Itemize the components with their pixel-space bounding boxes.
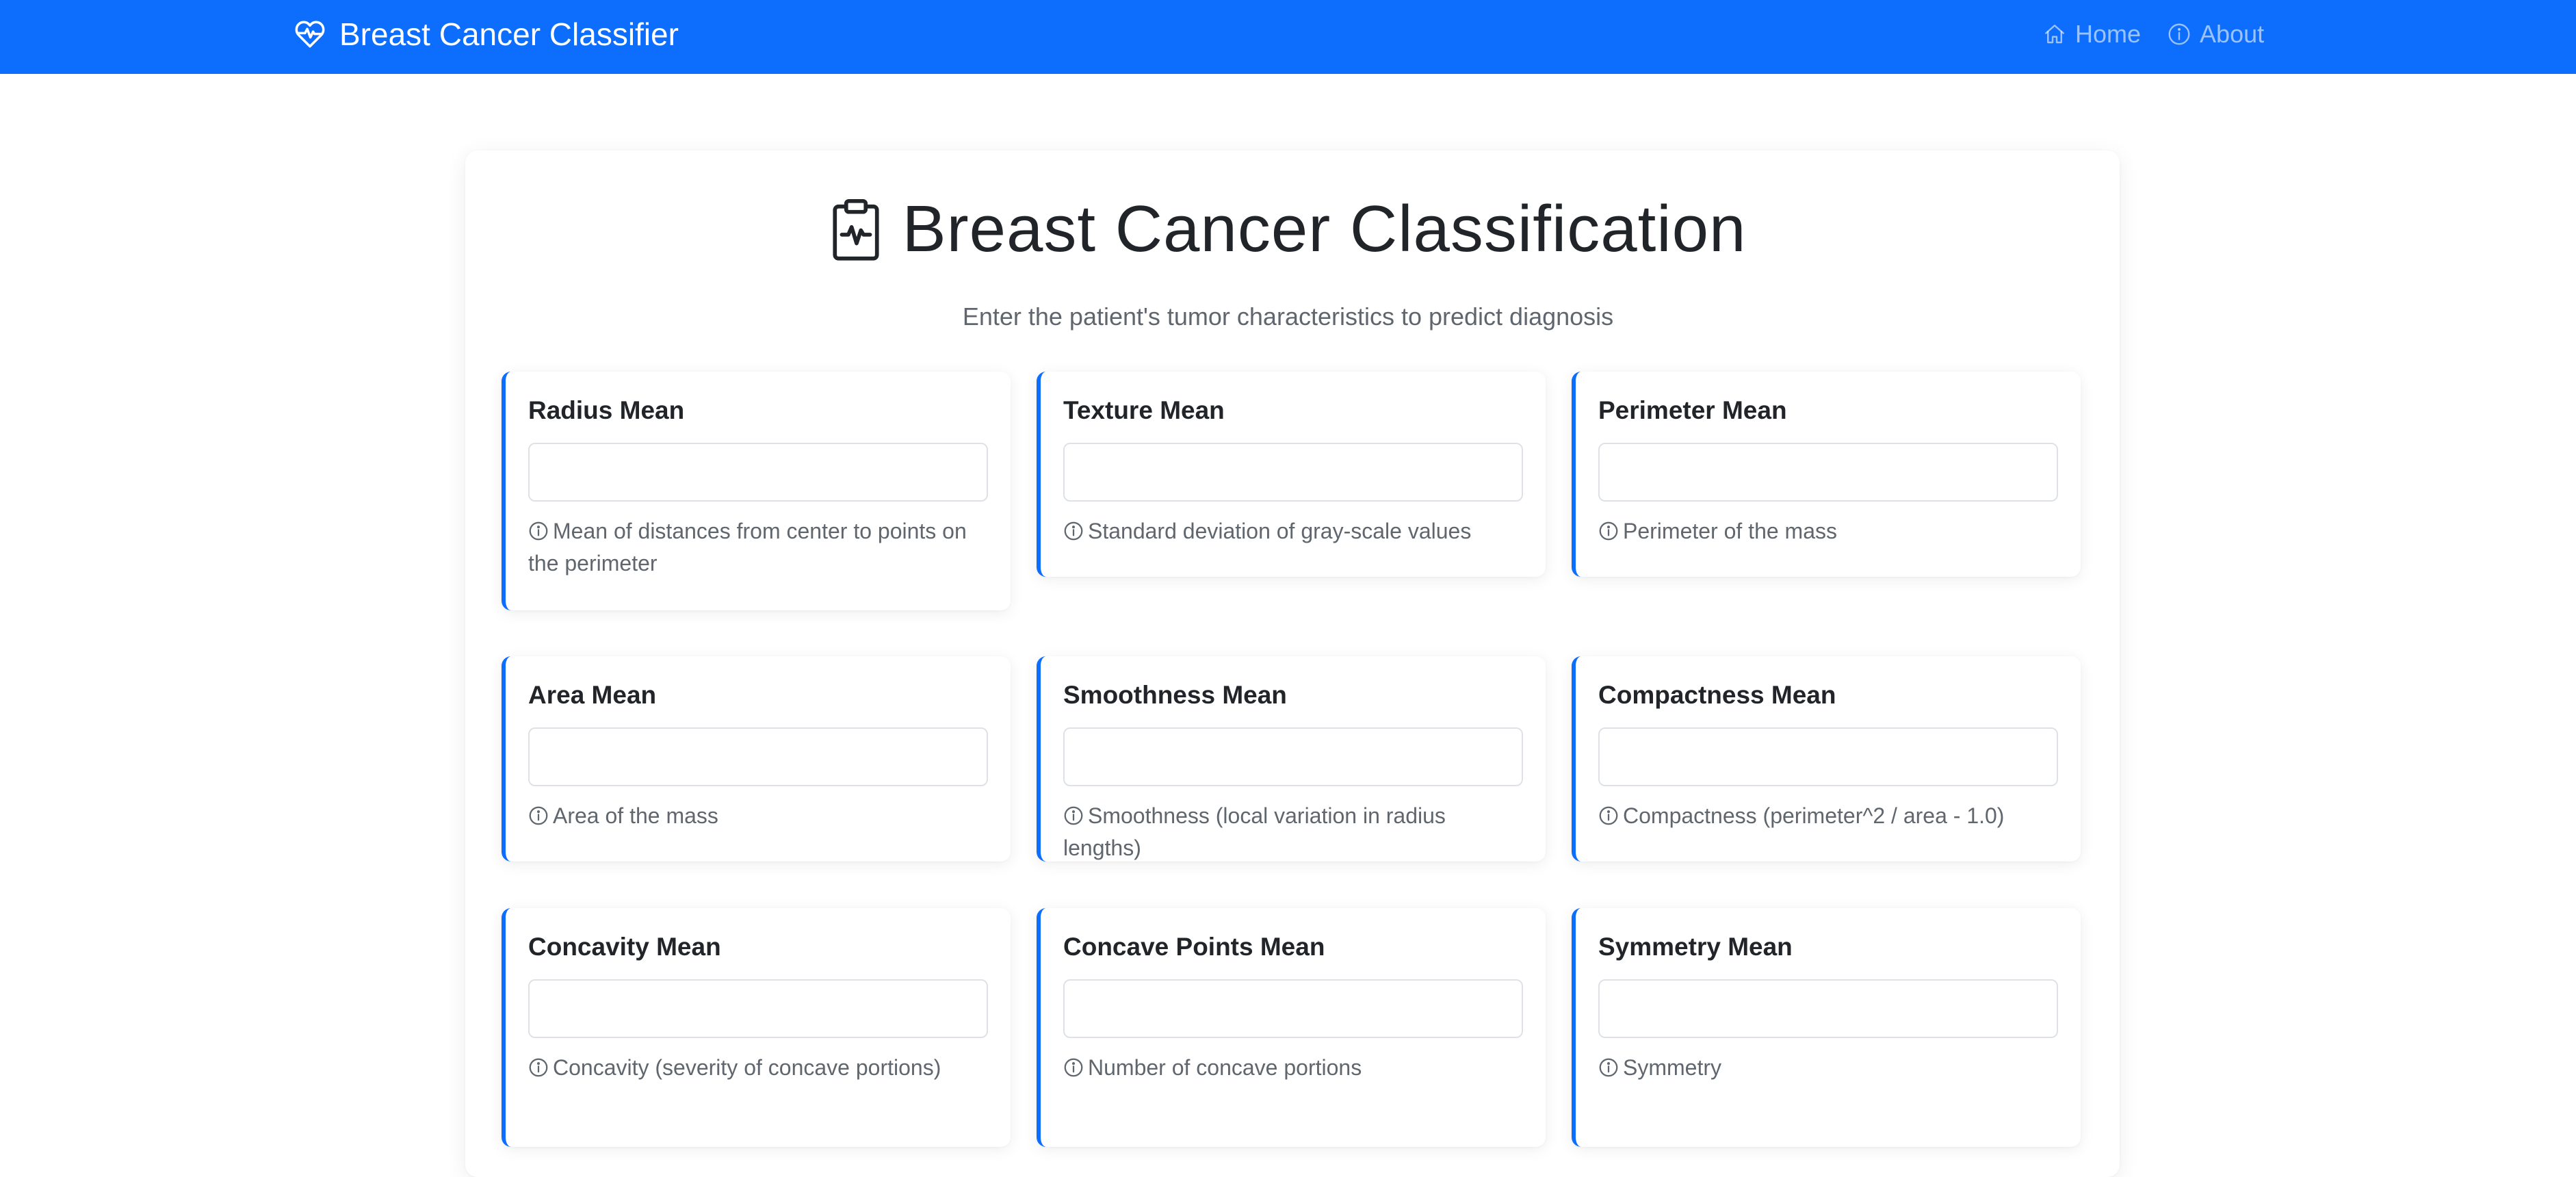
navbar-brand[interactable]: Breast Cancer Classifier (293, 0, 679, 68)
info-circle-icon (1598, 805, 1619, 826)
field-label: Texture Mean (1063, 396, 1225, 424)
concave-points-mean-input[interactable] (1063, 979, 1523, 1038)
nav-link-home[interactable]: Home (2042, 20, 2141, 49)
page-subtitle: Enter the patient's tumor characteristic… (962, 302, 1614, 331)
info-circle-icon (528, 805, 549, 826)
info-circle-icon (1063, 805, 1084, 826)
house-icon (2042, 22, 2067, 47)
field-card-texture-mean: Texture Mean Standard deviation of gray-s… (1037, 372, 1546, 577)
page-title: Breast Cancer Classification (902, 192, 1747, 266)
navbar: Breast Cancer Classifier Home About (0, 0, 2576, 74)
field-help-text: Concavity (severity of concave portions) (528, 1052, 993, 1084)
field-help-text: Symmetry (1598, 1052, 2064, 1084)
perimeter-mean-input[interactable] (1598, 443, 2058, 502)
heart-pulse-icon (293, 17, 327, 51)
field-label: Radius Mean (528, 396, 685, 424)
field-help-text: Area of the mass (528, 800, 993, 832)
info-circle-icon (2167, 22, 2191, 47)
page-header: Breast Cancer Classification (0, 192, 2576, 267)
field-card-concavity-mean: Concavity Mean Concavity (severity of con… (502, 908, 1011, 1147)
field-label: Concave Points Mean (1063, 933, 1325, 961)
field-help-text: Perimeter of the mass (1598, 515, 2064, 547)
field-label: Perimeter Mean (1598, 396, 1787, 424)
field-help-text: Smoothness (local variation in radius le… (1063, 800, 1528, 864)
symmetry-mean-input[interactable] (1598, 979, 2058, 1038)
compactness-mean-input[interactable] (1598, 727, 2058, 786)
field-help-text: Number of concave portions (1063, 1052, 1528, 1084)
smoothness-mean-input[interactable] (1063, 727, 1523, 786)
info-circle-icon (1598, 1057, 1619, 1078)
texture-mean-input[interactable] (1063, 443, 1523, 502)
field-help-label: Perimeter of the mass (1623, 519, 1837, 543)
field-help-text: Mean of distances from center to points … (528, 515, 993, 580)
nav-link-home-label: Home (2075, 20, 2142, 48)
field-help-label: Number of concave portions (1088, 1055, 1362, 1080)
field-help-label: Standard deviation of gray-scale values (1088, 519, 1472, 543)
nav-link-about-label: About (2200, 20, 2265, 48)
field-help-label: Area of the mass (553, 803, 718, 828)
field-card-concave-points-mean: Concave Points Mean Number of concave por… (1037, 908, 1546, 1147)
info-circle-icon (1598, 521, 1619, 541)
field-help-label: Symmetry (1623, 1055, 1721, 1080)
field-card-compactness-mean: Compactness Mean Compactness (perimeter^2… (1572, 656, 2081, 862)
field-label: Compactness Mean (1598, 681, 1836, 709)
field-help-label: Concavity (severity of concave portions) (553, 1055, 941, 1080)
clipboard-pulse-icon (830, 196, 882, 262)
field-help-text: Compactness (perimeter^2 / area - 1.0) (1598, 800, 2064, 832)
field-label: Concavity Mean (528, 933, 721, 961)
field-help-label: Mean of distances from center to points … (528, 519, 967, 575)
nav-link-about[interactable]: About (2167, 20, 2264, 49)
field-card-smoothness-mean: Smoothness Mean Smoothness (local variati… (1037, 656, 1546, 862)
info-circle-icon (528, 521, 549, 541)
field-help-text: Standard deviation of gray-scale values (1063, 515, 1528, 547)
field-card-symmetry-mean: Symmetry Mean Symmetry (1572, 908, 2081, 1147)
info-circle-icon (528, 1057, 549, 1078)
nav-links: Home About (2042, 0, 2264, 68)
area-mean-input[interactable] (528, 727, 988, 786)
field-label: Symmetry Mean (1598, 933, 1793, 961)
field-label: Smoothness Mean (1063, 681, 1287, 709)
field-card-area-mean: Area Mean Area of the mass (502, 656, 1011, 862)
info-circle-icon (1063, 1057, 1084, 1078)
field-help-label: Compactness (perimeter^2 / area - 1.0) (1623, 803, 2005, 828)
field-card-perimeter-mean: Perimeter Mean Perimeter of the mass (1572, 372, 2081, 577)
radius-mean-input[interactable] (528, 443, 988, 502)
field-help-label: Smoothness (local variation in radius le… (1063, 803, 1446, 860)
info-circle-icon (1063, 521, 1084, 541)
concavity-mean-input[interactable] (528, 979, 988, 1038)
field-card-radius-mean: Radius Mean Mean of distances from center… (502, 372, 1011, 610)
brand-title: Breast Cancer Classifier (339, 16, 679, 52)
field-label: Area Mean (528, 681, 657, 709)
